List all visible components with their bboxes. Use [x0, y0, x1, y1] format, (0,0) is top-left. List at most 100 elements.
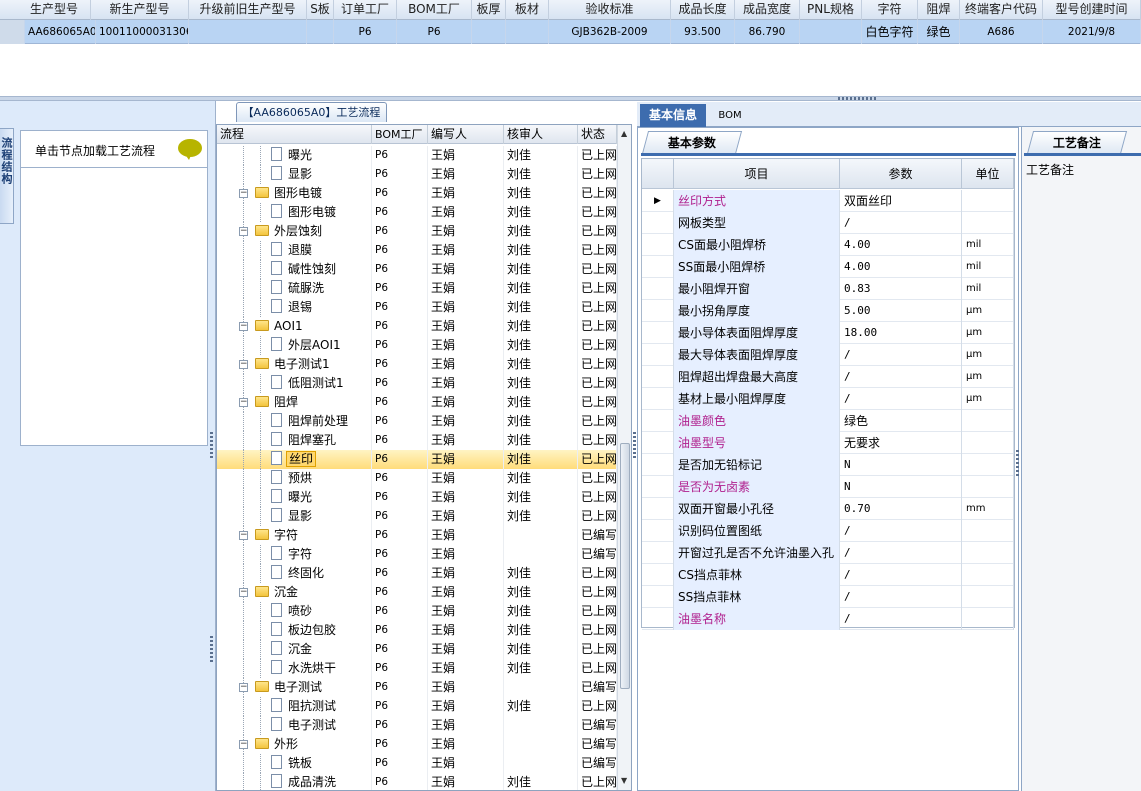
- top-cell-14[interactable]: A686: [960, 20, 1043, 44]
- param-row[interactable]: 最小阻焊开窗 0.83 mil: [642, 278, 1014, 300]
- tree-node[interactable]: 曝光: [217, 488, 372, 507]
- collapse-icon[interactable]: −: [239, 398, 248, 407]
- tree-node[interactable]: − 字符: [217, 526, 372, 545]
- tree-node[interactable]: − 电子测试1: [217, 355, 372, 374]
- structure-tree-area[interactable]: [20, 168, 208, 446]
- param-value[interactable]: /: [840, 608, 962, 630]
- tree-node[interactable]: − 电子测试: [217, 678, 372, 697]
- tree-row[interactable]: 预烘 P6 王娟 刘佳 已上网: [217, 469, 617, 488]
- param-row[interactable]: 油墨名称 /: [642, 608, 1014, 630]
- tree-col-header-3[interactable]: 核审人: [504, 125, 578, 144]
- tree-node[interactable]: 阻焊前处理: [217, 412, 372, 431]
- splitter-grip-icon[interactable]: [838, 97, 878, 100]
- top-cell-9[interactable]: 93.500: [671, 20, 735, 44]
- tree-node[interactable]: 板边包胶: [217, 621, 372, 640]
- param-row[interactable]: 是否为无卤素 N: [642, 476, 1014, 498]
- param-row[interactable]: SS挡点菲林 /: [642, 586, 1014, 608]
- tree-node[interactable]: 预烘: [217, 469, 372, 488]
- tree-row[interactable]: − 沉金 P6 王娟 刘佳 已上网: [217, 583, 617, 602]
- top-col-header-6[interactable]: 板厚: [472, 0, 506, 20]
- top-cell-7[interactable]: [506, 20, 549, 44]
- tree-node[interactable]: 显影: [217, 507, 372, 526]
- param-value[interactable]: 绿色: [840, 410, 962, 432]
- top-cell-13[interactable]: 绿色: [918, 20, 960, 44]
- param-value[interactable]: 5.00: [840, 300, 962, 322]
- right-splitter-grip-icon[interactable]: [1016, 450, 1019, 476]
- tree-row[interactable]: 图形电镀 P6 王娟 刘佳 已上网: [217, 203, 617, 222]
- collapse-icon[interactable]: −: [239, 227, 248, 236]
- param-value[interactable]: 4.00: [840, 234, 962, 256]
- param-row[interactable]: 基材上最小阻焊厚度 / μm: [642, 388, 1014, 410]
- param-value[interactable]: /: [840, 542, 962, 564]
- collapse-icon[interactable]: −: [239, 531, 248, 540]
- param-row[interactable]: 开窗过孔是否不允许油墨入孔 /: [642, 542, 1014, 564]
- top-cell-3[interactable]: [307, 20, 334, 44]
- tree-col-header-2[interactable]: 编写人: [428, 125, 504, 144]
- tree-node[interactable]: − 外层蚀刻: [217, 222, 372, 241]
- collapse-icon[interactable]: −: [239, 588, 248, 597]
- top-col-header-3[interactable]: S板: [307, 0, 334, 20]
- param-row[interactable]: CS面最小阻焊桥 4.00 mil: [642, 234, 1014, 256]
- tree-node[interactable]: 外层AOI1: [217, 336, 372, 355]
- collapse-icon[interactable]: −: [239, 360, 248, 369]
- top-cell-10[interactable]: 86.790: [735, 20, 800, 44]
- param-row[interactable]: 是否加无铅标记 N: [642, 454, 1014, 476]
- top-cell-11[interactable]: [800, 20, 862, 44]
- top-col-header-10[interactable]: 成品宽度: [735, 0, 800, 20]
- tree-row[interactable]: 曝光 P6 王娟 刘佳 已上网: [217, 488, 617, 507]
- top-col-header-14[interactable]: 终端客户代码: [960, 0, 1043, 20]
- tree-node[interactable]: 水洗烘干: [217, 659, 372, 678]
- param-row[interactable]: 油墨颜色 绿色: [642, 410, 1014, 432]
- param-row[interactable]: 最大导体表面阻焊厚度 / μm: [642, 344, 1014, 366]
- param-col-header-2[interactable]: 单位: [962, 159, 1014, 189]
- param-row[interactable]: 最小导体表面阻焊厚度 18.00 μm: [642, 322, 1014, 344]
- top-grid-row[interactable]: AA686065A0 10011000031306 P6 P6 GJB362B-2009…: [0, 20, 1141, 44]
- tree-row[interactable]: 硫脲洗 P6 王娟 刘佳 已上网: [217, 279, 617, 298]
- tree-row[interactable]: − 电子测试1 P6 王娟 刘佳 已上网: [217, 355, 617, 374]
- tree-row[interactable]: 板边包胶 P6 王娟 刘佳 已上网: [217, 621, 617, 640]
- tree-row[interactable]: − 电子测试 P6 王娟 已编写: [217, 678, 617, 697]
- top-col-header-0[interactable]: 生产型号: [0, 0, 91, 20]
- top-cell-5[interactable]: P6: [397, 20, 472, 44]
- param-row[interactable]: 双面开窗最小孔径 0.70 mm: [642, 498, 1014, 520]
- tree-row[interactable]: 退膜 P6 王娟 刘佳 已上网: [217, 241, 617, 260]
- tree-node[interactable]: − 图形电镀: [217, 184, 372, 203]
- tree-row[interactable]: − 图形电镀 P6 王娟 刘佳 已上网: [217, 184, 617, 203]
- tree-row[interactable]: 字符 P6 王娟 已编写: [217, 545, 617, 564]
- left-splitter-grip-icon[interactable]: [210, 432, 213, 458]
- tree-row[interactable]: 显影 P6 王娟 刘佳 已上网: [217, 507, 617, 526]
- tree-node[interactable]: 低阻测试1: [217, 374, 372, 393]
- tree-row[interactable]: 显影 P6 王娟 刘佳 已上网: [217, 165, 617, 184]
- tree-col-header-0[interactable]: 流程: [217, 125, 372, 144]
- param-value[interactable]: /: [840, 212, 962, 234]
- tree-node[interactable]: 沉金: [217, 640, 372, 659]
- tree-node[interactable]: 图形电镀: [217, 203, 372, 222]
- tree-node[interactable]: 阻焊塞孔: [217, 431, 372, 450]
- collapse-icon[interactable]: −: [239, 740, 248, 749]
- tree-row[interactable]: 阻焊前处理 P6 王娟 刘佳 已上网: [217, 412, 617, 431]
- tree-row[interactable]: 阻焊塞孔 P6 王娟 刘佳 已上网: [217, 431, 617, 450]
- param-row[interactable]: 识别码位置图纸 /: [642, 520, 1014, 542]
- tab-bom[interactable]: BOM: [710, 104, 750, 127]
- tree-node[interactable]: 丝印: [217, 450, 372, 469]
- top-col-header-4[interactable]: 订单工厂: [334, 0, 397, 20]
- tree-node[interactable]: − 阻焊: [217, 393, 372, 412]
- tree-node[interactable]: 退锡: [217, 298, 372, 317]
- tree-node[interactable]: 阻抗测试: [217, 697, 372, 716]
- row-indicator[interactable]: [0, 20, 25, 44]
- param-value[interactable]: 0.70: [840, 498, 962, 520]
- tree-row[interactable]: 铣板 P6 王娟 已编写: [217, 754, 617, 773]
- tree-node[interactable]: 铣板: [217, 754, 372, 773]
- tree-row[interactable]: 喷砂 P6 王娟 刘佳 已上网: [217, 602, 617, 621]
- tree-row[interactable]: 丝印 P6 王娟 刘佳 已上网: [217, 450, 617, 469]
- tree-row[interactable]: − 外形 P6 王娟 已编写: [217, 735, 617, 754]
- top-cell-2[interactable]: [189, 20, 307, 44]
- top-cell-8[interactable]: GJB362B-2009: [549, 20, 671, 44]
- param-value[interactable]: /: [840, 520, 962, 542]
- tree-row[interactable]: 沉金 P6 王娟 刘佳 已上网: [217, 640, 617, 659]
- tree-node[interactable]: 曝光: [217, 146, 372, 165]
- top-col-header-5[interactable]: BOM工厂: [397, 0, 472, 20]
- tree-node[interactable]: − AOI1: [217, 317, 372, 336]
- tree-node[interactable]: 碱性蚀刻: [217, 260, 372, 279]
- top-col-header-15[interactable]: 型号创建时间: [1043, 0, 1141, 20]
